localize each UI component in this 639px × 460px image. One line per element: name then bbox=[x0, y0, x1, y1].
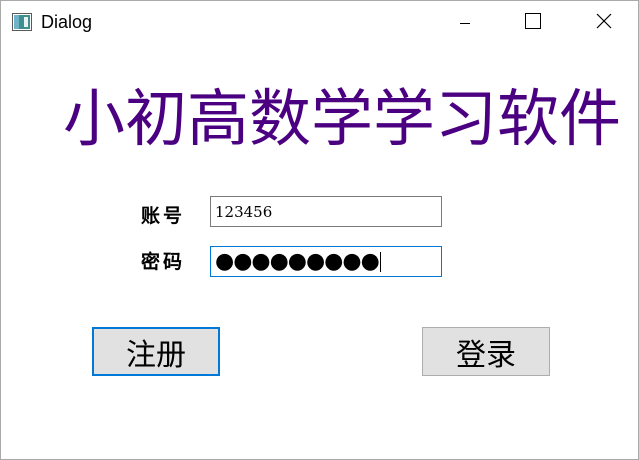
maximize-button[interactable] bbox=[510, 1, 556, 45]
minimize-button[interactable] bbox=[442, 1, 488, 45]
maximize-icon bbox=[525, 13, 541, 33]
window-title: Dialog bbox=[41, 12, 93, 32]
close-icon bbox=[596, 13, 612, 33]
close-button[interactable] bbox=[581, 1, 627, 45]
title-bar[interactable]: Dialog bbox=[1, 1, 638, 45]
dialog-window: Dialog 小初高数学学习软件 账号 123456 密码 ●●●●●●●●● … bbox=[0, 0, 639, 460]
app-heading: 小初高数学学习软件 bbox=[63, 82, 622, 155]
password-mask: ●●●●●●●●● bbox=[215, 248, 380, 274]
text-caret bbox=[379, 251, 381, 272]
minimize-icon bbox=[459, 14, 471, 33]
login-button[interactable]: 登录 bbox=[422, 327, 550, 376]
account-input[interactable] bbox=[210, 196, 442, 227]
password-input[interactable]: ●●●●●●●●● bbox=[210, 246, 442, 277]
app-window-icon bbox=[12, 13, 32, 31]
register-button[interactable]: 注册 bbox=[92, 327, 220, 376]
account-label: 账号 bbox=[141, 205, 186, 227]
password-label: 密码 bbox=[141, 251, 186, 273]
